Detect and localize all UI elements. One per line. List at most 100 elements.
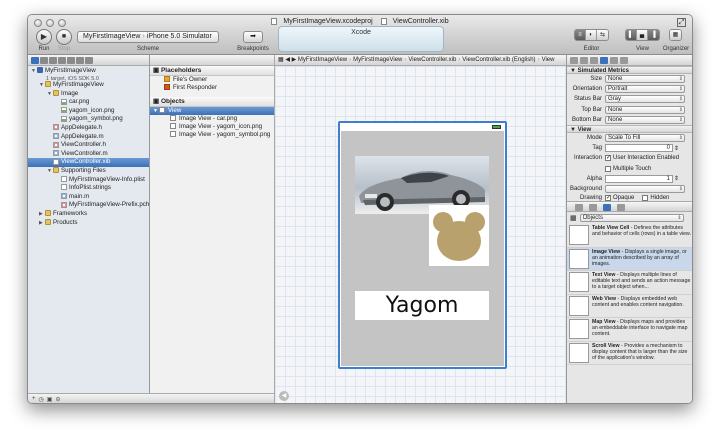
view-segmented-control[interactable]: ▌ ▄ ▐ [625, 29, 660, 41]
library-item[interactable]: Scroll View - Provides a mechanism to di… [567, 342, 692, 366]
symbol-navigator-icon[interactable] [40, 57, 48, 64]
outline-view-item[interactable]: ▼ View [150, 107, 274, 115]
alpha-field[interactable]: 1 [605, 174, 673, 183]
orientation-popup[interactable]: Portrait [605, 85, 685, 94]
identity-inspector-icon[interactable] [590, 57, 598, 64]
breadcrumb-item[interactable]: ViewController.xib [408, 57, 456, 63]
tag-stepper-icon[interactable]: ⇕ [674, 145, 679, 152]
drawing-label: Drawing [579, 194, 602, 201]
outline-subview-item[interactable]: Image View - yagom_icon.png [150, 123, 274, 131]
utilities-toggle-icon[interactable]: ▐ [648, 30, 659, 40]
tag-row: Tag 0 ⇕ [567, 143, 692, 153]
size-popup[interactable]: None [605, 75, 685, 84]
editor-segmented-control[interactable]: ≡ ◐ ⇆ [574, 29, 609, 41]
issue-navigator-icon[interactable] [58, 57, 66, 64]
view-controller-scene[interactable]: Yagom [338, 121, 507, 369]
yagom-symbol-image-view[interactable]: Yagom [355, 291, 489, 320]
organizer-label: Organizer [662, 46, 690, 52]
debug-toggle-icon[interactable]: ▄ [637, 30, 648, 40]
add-icon[interactable]: + [32, 396, 36, 403]
navigator-item[interactable]: main.m [28, 193, 149, 202]
standard-editor-icon[interactable]: ≡ [575, 30, 586, 40]
tag-field[interactable]: 0 [605, 144, 673, 153]
navigator-item[interactable]: MyFirstImageView-Prefix.pch [28, 201, 149, 210]
breadcrumb-item[interactable]: MyFirstImageView [298, 57, 347, 63]
debug-navigator-icon[interactable] [67, 57, 75, 64]
background-color-well[interactable] [605, 184, 685, 193]
navigator-item[interactable]: ViewController.m [28, 150, 149, 159]
scheme-selector[interactable]: MyFirstImageView › iPhone 5.0 Simulator [77, 31, 219, 43]
navigator-item[interactable]: ▶ Frameworks [28, 210, 149, 219]
file-template-library-icon[interactable] [575, 204, 583, 212]
grid-view-icon[interactable]: ▦ [570, 214, 577, 222]
file-inspector-icon[interactable] [570, 57, 578, 64]
multiple-touch-checkbox[interactable] [605, 165, 611, 172]
library-item[interactable]: Web View - Displays embedded web content… [567, 295, 692, 319]
main-view[interactable]: Yagom [341, 131, 504, 366]
navigator-item[interactable]: ▼ MyFirstImageView [28, 81, 149, 90]
navigator-item[interactable]: yagom_icon.png [28, 107, 149, 116]
activity-viewer: Xcode [278, 26, 444, 52]
alpha-stepper-icon[interactable]: ⇕ [674, 175, 679, 182]
hidden-checkbox[interactable] [642, 194, 649, 201]
navigator-toggle-icon[interactable]: ▌ [626, 30, 637, 40]
library-item[interactable]: Map View - Displays maps and provides an… [567, 318, 692, 342]
breadcrumb-separator-icon: › [458, 57, 461, 63]
navigator-item[interactable]: MyFirstImageView-Info.plist [28, 176, 149, 185]
navigator-item[interactable]: ViewController.xib [28, 158, 149, 167]
navigator-item[interactable]: ▼ Image [28, 90, 149, 99]
simulated-metrics-header[interactable]: ▼ Simulated Metrics [567, 66, 692, 74]
navigator-item[interactable]: yagom_symbol.png [28, 115, 149, 124]
version-editor-icon[interactable]: ⇆ [597, 30, 608, 40]
files-owner-item[interactable]: File's Owner [150, 76, 274, 84]
top-bar-popup[interactable]: None [605, 105, 685, 114]
object-library-icon[interactable] [603, 204, 611, 212]
attributes-inspector-icon[interactable] [600, 57, 608, 64]
navigator-item[interactable]: AppDelegate.h [28, 124, 149, 133]
breakpoints-button[interactable]: ➡ [243, 31, 263, 43]
filter-icon[interactable]: ⊝ [55, 396, 60, 403]
navigator-item[interactable]: ▼ Supporting Files [28, 167, 149, 176]
navigator-item[interactable]: ViewController.h [28, 141, 149, 150]
library-item[interactable]: Image View - Displays a single image, or… [567, 247, 692, 272]
project-navigator-icon[interactable] [31, 57, 39, 64]
outline-subview-item[interactable]: Image View - yagom_symbol.png [150, 131, 274, 139]
bottom-bar-popup[interactable]: None [605, 115, 685, 124]
scm-icon[interactable]: ▣ [47, 396, 53, 403]
breadcrumb-item[interactable]: ViewController.xib (English) [462, 57, 535, 63]
navigator-item[interactable]: AppDelegate.m [28, 133, 149, 142]
history-icon[interactable]: ◷ [39, 396, 44, 403]
navigator-item[interactable]: InfoPlist.strings [28, 184, 149, 193]
outline-subview-item[interactable]: Image View - car.png [150, 115, 274, 123]
connections-inspector-icon[interactable] [620, 57, 628, 64]
status-bar-popup[interactable]: Gray [605, 95, 685, 104]
run-button[interactable]: ▶ [36, 29, 52, 45]
log-navigator-icon[interactable] [85, 57, 93, 64]
library-item[interactable]: Text View - Displays multiple lines of e… [567, 271, 692, 295]
code-snippet-library-icon[interactable] [589, 204, 597, 212]
quick-help-icon[interactable] [580, 57, 588, 64]
yagom-icon-image-view[interactable] [429, 205, 489, 266]
navigator-item[interactable]: ▶ Products [28, 219, 149, 228]
user-interaction-checkbox[interactable]: ✓ [605, 155, 611, 162]
interface-builder-canvas[interactable]: Yagom ◀ [275, 66, 566, 403]
view-icon [159, 107, 165, 114]
breakpoint-navigator-icon[interactable] [76, 57, 84, 64]
library-objects-popup[interactable]: Objects [579, 214, 684, 223]
media-library-icon[interactable] [617, 204, 625, 212]
assistant-editor-icon[interactable]: ◐ [586, 30, 597, 40]
navigator-item[interactable]: car.png [28, 98, 149, 107]
breadcrumb-item[interactable]: MyFirstImageView [353, 57, 402, 63]
first-responder-item[interactable]: First Responder [150, 84, 274, 92]
search-navigator-icon[interactable] [49, 57, 57, 64]
outline-toggle-icon[interactable]: ◀ [279, 391, 289, 401]
size-inspector-icon[interactable] [610, 57, 618, 64]
organizer-button[interactable]: ▦ [669, 29, 682, 41]
opaque-checkbox[interactable]: ✓ [605, 194, 611, 201]
view-section-header[interactable]: ▼ View [567, 124, 692, 133]
stop-button[interactable]: ■ [56, 29, 72, 45]
mode-popup[interactable]: Scale To Fill [605, 134, 685, 143]
library-item[interactable]: Table View Cell - Defines the attributes… [567, 224, 692, 248]
breadcrumb-item[interactable]: View [542, 57, 555, 63]
project-root-item[interactable]: ▼ MyFirstImageView 1 target, iOS SDK 5.0 [28, 67, 149, 82]
